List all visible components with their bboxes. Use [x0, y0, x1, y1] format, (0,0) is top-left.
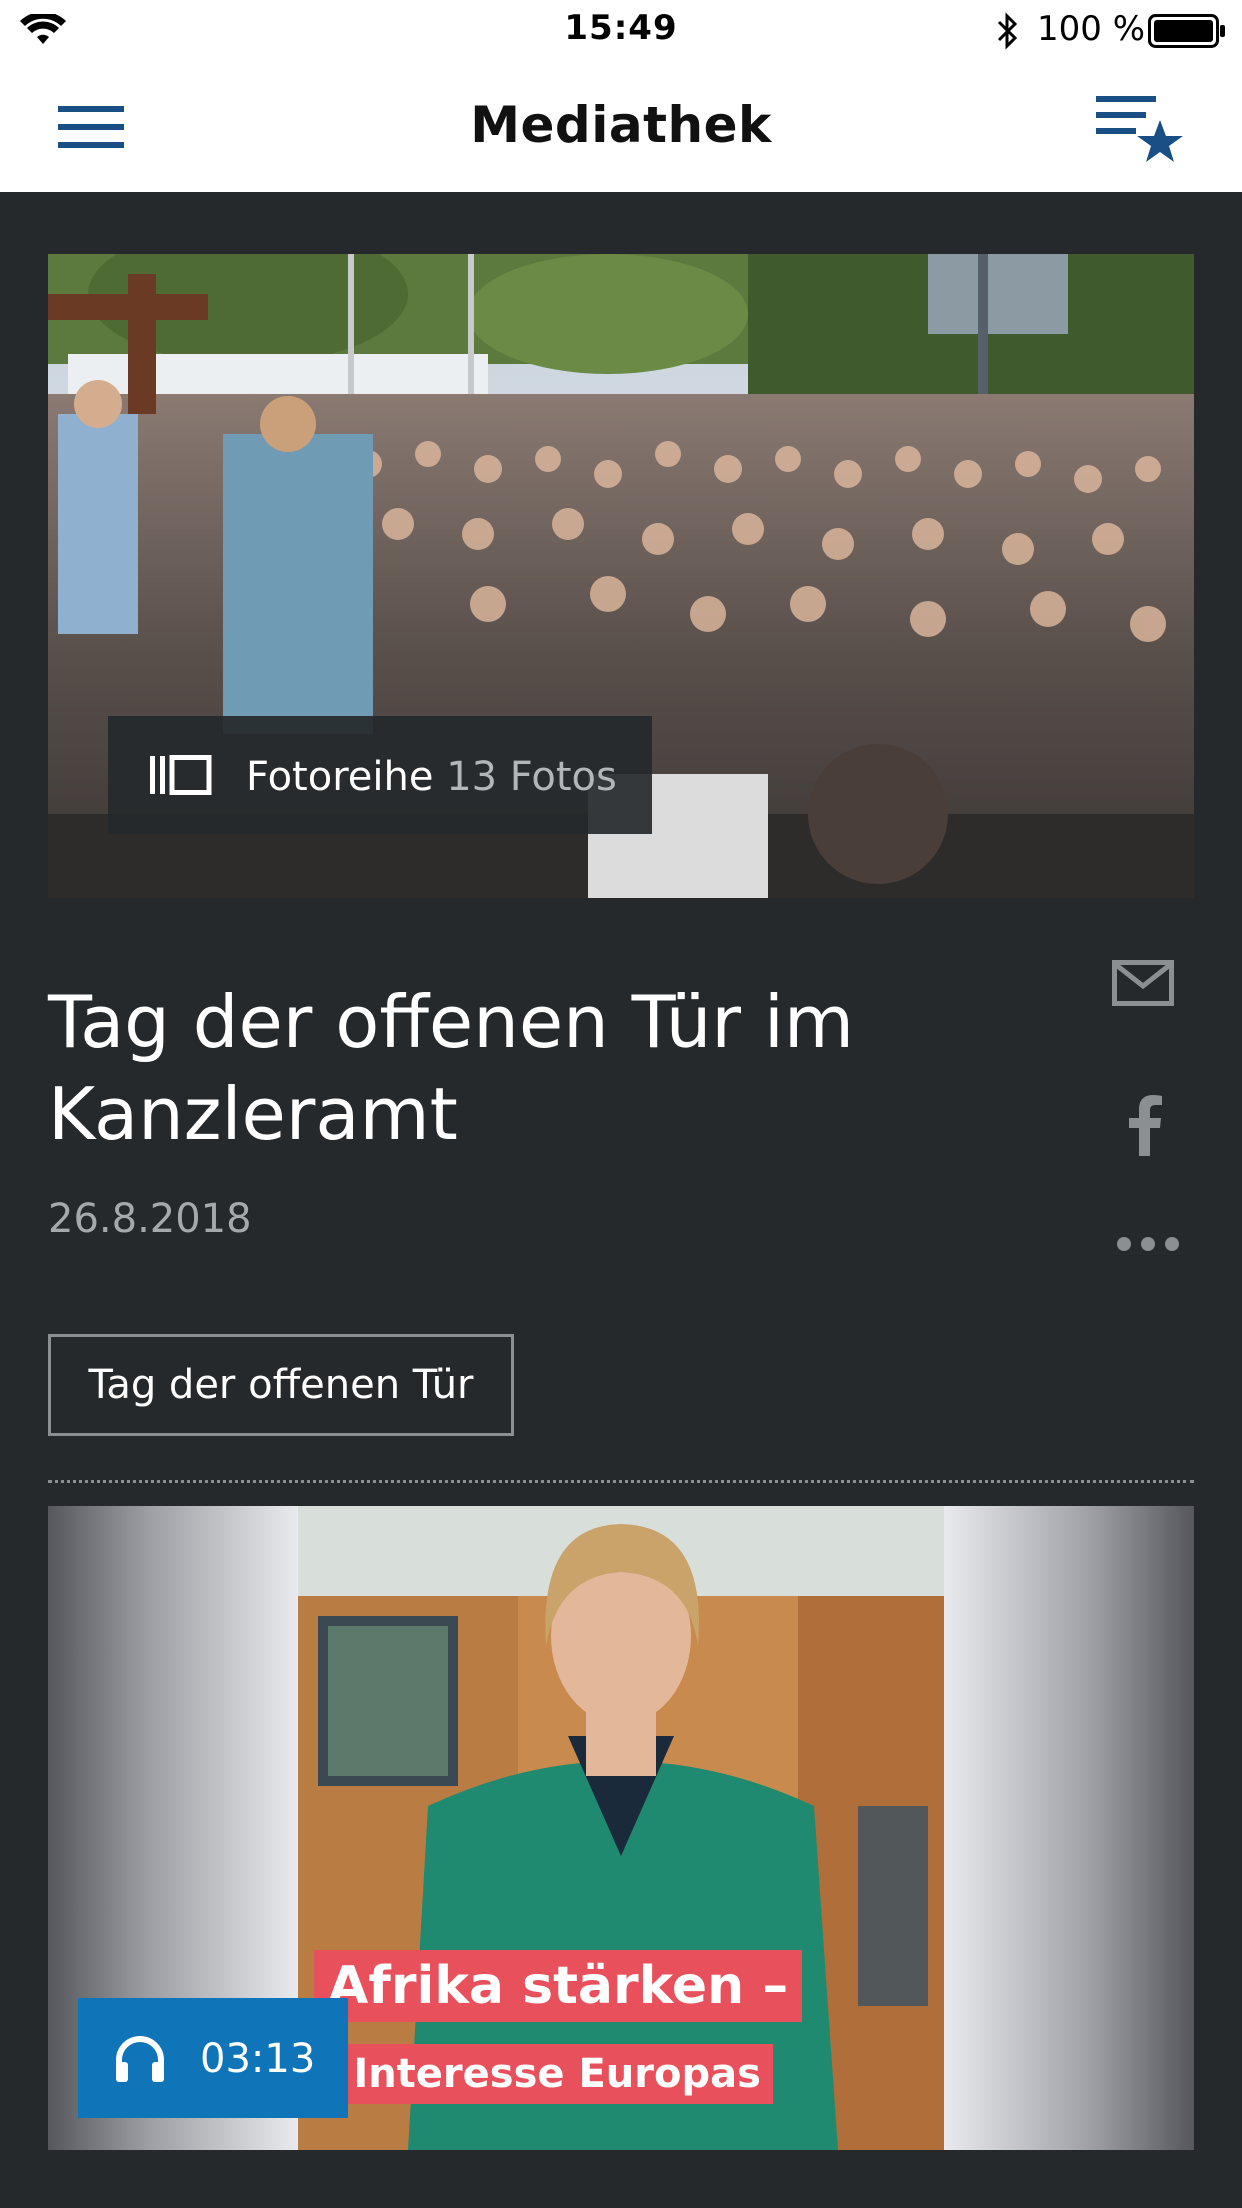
video-thumbnail: Afrika stärken – im Interesse Europas: [298, 1506, 944, 2150]
photo-series-badge[interactable]: Fotoreihe 13 Fotos: [108, 716, 652, 834]
video-caption-line-2: im Interesse Europas: [298, 2044, 773, 2104]
divider: [48, 1480, 1194, 1483]
photo-series-label: Fotoreihe: [246, 754, 434, 800]
headphones-icon: [116, 2036, 164, 2082]
status-bar: 15:49 100 %: [0, 0, 1242, 62]
facebook-icon[interactable]: [1124, 1094, 1164, 1156]
gallery-icon: [150, 755, 212, 795]
media-card[interactable]: Afrika stärken – im Interesse Europas 03…: [48, 1506, 1194, 2150]
tag-button[interactable]: Tag der offenen Tür: [48, 1334, 514, 1436]
video-background-right: [944, 1506, 1194, 2150]
battery-percentage: 100 %: [1037, 9, 1146, 49]
photo-count: 13 Fotos: [446, 754, 617, 800]
article-date: 26.8.2018: [48, 1196, 252, 1242]
favorites-list-icon[interactable]: [1094, 90, 1184, 164]
battery-icon: [1148, 14, 1225, 48]
bluetooth-icon: [997, 12, 1018, 50]
more-options-icon[interactable]: [1116, 1236, 1180, 1252]
article-title: Tag der offenen Tür im Kanzleramt: [48, 980, 855, 1156]
page-title: Mediathek: [470, 96, 772, 154]
mail-icon[interactable]: [1112, 960, 1174, 1006]
audio-duration-badge[interactable]: 03:13: [78, 1998, 348, 2118]
audio-duration: 03:13: [200, 2036, 316, 2082]
navigation-bar: Mediathek: [0, 62, 1242, 192]
hero-photo[interactable]: Fotoreihe 13 Fotos: [48, 254, 1194, 898]
video-caption-line-1: Afrika stärken –: [314, 1950, 803, 2022]
